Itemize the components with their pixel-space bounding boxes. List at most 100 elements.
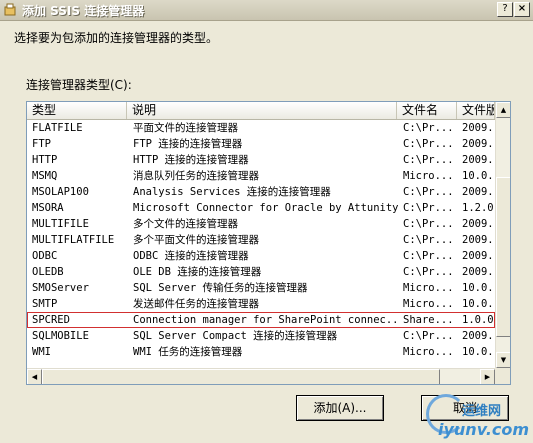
cell-type: SMOServer: [32, 282, 89, 294]
scrollbar-corner: [495, 368, 510, 384]
cell-version: 2009.: [462, 138, 494, 150]
vertical-scrollbar[interactable]: ▲ ▼: [495, 102, 510, 368]
cell-filename: C:\Pr...: [403, 250, 454, 262]
cancel-button[interactable]: 取消: [421, 395, 509, 421]
cell-description: 发送邮件任务的连接管理器: [133, 298, 259, 310]
cell-filename: Micro...: [403, 282, 454, 294]
cell-version: 2009.: [462, 250, 494, 262]
cell-type: HTTP: [32, 154, 58, 166]
cell-version: 2009.: [462, 234, 494, 246]
cell-description: SQL Server Compact 连接的连接管理器: [133, 330, 338, 342]
cell-version: 2009.: [462, 154, 494, 166]
vertical-scroll-thumb[interactable]: [496, 177, 510, 337]
cell-version: 2009.: [462, 266, 494, 278]
cell-type: FTP: [32, 138, 51, 150]
cell-description: 多个文件的连接管理器: [133, 218, 238, 230]
cell-type: WMI: [32, 346, 51, 358]
table-row[interactable]: MSMQ 消息队列任务的连接管理器 Micro... 10.0.: [27, 168, 495, 184]
table-row[interactable]: MSORA Microsoft Connector for Oracle by A…: [27, 200, 495, 216]
window-title: 添加 SSIS 连接管理器: [22, 4, 145, 18]
cell-description: WMI 任务的连接管理器: [133, 346, 243, 358]
horizontal-scroll-thumb[interactable]: [42, 369, 440, 384]
cell-type: FLATFILE: [32, 122, 83, 134]
cell-type: MULTIFLATFILE: [32, 234, 115, 246]
cell-filename: Micro...: [403, 170, 454, 182]
horizontal-scrollbar[interactable]: ◀ ▶: [27, 368, 495, 384]
cell-description: 平面文件的连接管理器: [133, 122, 238, 134]
cell-filename: C:\Pr...: [403, 330, 454, 342]
watermark-sub-text: iyunv.com: [438, 420, 530, 439]
cell-version: 1.0.0: [462, 314, 494, 326]
cell-filename: C:\Pr...: [403, 266, 454, 278]
cell-filename: Share...: [403, 314, 454, 326]
connection-manager-list[interactable]: 类型 说明 文件名 文件版 FLATFILE 平面文件的连接管理器 C:\Pr...…: [26, 101, 511, 385]
cell-version: 2009.: [462, 218, 494, 230]
table-row[interactable]: SMOServer SQL Server 传输任务的连接管理器 Micro... 10…: [27, 280, 495, 296]
cell-description: SQL Server 传输任务的连接管理器: [133, 282, 308, 294]
column-header-version[interactable]: 文件版: [457, 102, 495, 119]
table-row[interactable]: SQLMOBILE SQL Server Compact 连接的连接管理器 C:\P…: [27, 328, 495, 344]
cell-type: MSOLAP100: [32, 186, 89, 198]
cell-type: SPCRED: [32, 314, 70, 326]
table-row[interactable]: OLEDB OLE DB 连接的连接管理器 C:\Pr... 2009.: [27, 264, 495, 280]
help-button[interactable]: ?: [497, 2, 513, 17]
scroll-down-icon[interactable]: ▼: [496, 352, 510, 368]
cell-type: MULTIFILE: [32, 218, 89, 230]
scroll-right-icon[interactable]: ▶: [480, 369, 495, 384]
cell-filename: C:\Pr...: [403, 138, 454, 150]
cell-description: 多个平面文件的连接管理器: [133, 234, 259, 246]
cell-type: ODBC: [32, 250, 58, 262]
cell-type: MSMQ: [32, 170, 58, 182]
cell-description: Analysis Services 连接的连接管理器: [133, 186, 331, 198]
table-row[interactable]: MULTIFLATFILE 多个平面文件的连接管理器 C:\Pr... 2009.: [27, 232, 495, 248]
cell-description: Microsoft Connector for Oracle by Attuni…: [133, 202, 399, 214]
cell-type: SQLMOBILE: [32, 330, 89, 342]
table-row[interactable]: SPCRED Connection manager for SharePoint …: [27, 312, 495, 328]
cell-version: 10.0.: [462, 282, 494, 294]
cell-description: 消息队列任务的连接管理器: [133, 170, 259, 182]
cell-type: MSORA: [32, 202, 64, 214]
cell-description: OLE DB 连接的连接管理器: [133, 266, 262, 278]
cell-description: HTTP 连接的连接管理器: [133, 154, 249, 166]
cell-filename: Micro...: [403, 346, 454, 358]
column-header-filename[interactable]: 文件名: [397, 102, 457, 119]
title-bar[interactable]: 添加 SSIS 连接管理器 ? ×: [0, 0, 533, 21]
list-header: 类型 说明 文件名 文件版: [27, 102, 495, 120]
scroll-up-icon[interactable]: ▲: [496, 102, 510, 118]
cell-type: SMTP: [32, 298, 58, 310]
table-row[interactable]: SMTP 发送邮件任务的连接管理器 Micro... 10.0.: [27, 296, 495, 312]
cell-type: OLEDB: [32, 266, 64, 278]
cell-filename: C:\Pr...: [403, 122, 454, 134]
table-row[interactable]: HTTP HTTP 连接的连接管理器 C:\Pr... 2009.: [27, 152, 495, 168]
close-button[interactable]: ×: [514, 2, 530, 17]
cell-version: 2009.: [462, 122, 494, 134]
cell-filename: C:\Pr...: [403, 202, 454, 214]
cell-filename: C:\Pr...: [403, 154, 454, 166]
cell-description: ODBC 连接的连接管理器: [133, 250, 249, 262]
cell-version: 2009.: [462, 186, 494, 198]
cell-filename: Micro...: [403, 298, 454, 310]
table-row[interactable]: ODBC ODBC 连接的连接管理器 C:\Pr... 2009.: [27, 248, 495, 264]
cell-version: 10.0.: [462, 346, 494, 358]
add-button[interactable]: 添加(A)...: [296, 395, 384, 421]
cell-filename: C:\Pr...: [403, 186, 454, 198]
instruction-text: 选择要为包添加的连接管理器的类型。: [14, 31, 219, 45]
table-row[interactable]: FLATFILE 平面文件的连接管理器 C:\Pr... 2009.: [27, 120, 495, 136]
cell-description: FTP 连接的连接管理器: [133, 138, 243, 150]
table-row[interactable]: WMI WMI 任务的连接管理器 Micro... 10.0.: [27, 344, 495, 360]
table-row[interactable]: FTP FTP 连接的连接管理器 C:\Pr... 2009.: [27, 136, 495, 152]
cell-description: Connection manager for SharePoint connec…: [133, 314, 399, 326]
column-header-type[interactable]: 类型: [27, 102, 127, 119]
cell-version: 10.0.: [462, 298, 494, 310]
scroll-left-icon[interactable]: ◀: [27, 369, 42, 384]
table-row[interactable]: MULTIFILE 多个文件的连接管理器 C:\Pr... 2009.: [27, 216, 495, 232]
cell-version: 2009.: [462, 330, 494, 342]
table-row[interactable]: MSOLAP100 Analysis Services 连接的连接管理器 C:\Pr…: [27, 184, 495, 200]
cell-version: 10.0.: [462, 170, 494, 182]
package-icon: [4, 3, 16, 16]
cell-version: 1.2.0: [462, 202, 494, 214]
cell-filename: C:\Pr...: [403, 218, 454, 230]
cell-filename: C:\Pr...: [403, 234, 454, 246]
column-header-description[interactable]: 说明: [127, 102, 397, 119]
connection-type-label: 连接管理器类型(C):: [26, 78, 132, 92]
